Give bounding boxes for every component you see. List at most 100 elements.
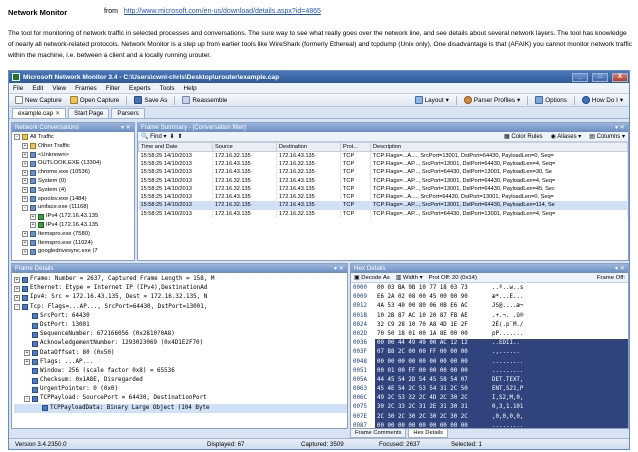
hex-row[interactable]: 003F 07 B8 2C 00 00 FF 00 00 00.,...... bbox=[351, 348, 628, 358]
detail-row[interactable]: Checksum: 0x1A8E, Disregarded bbox=[14, 376, 347, 385]
columns-button[interactable]: ▤ Columns ▾ bbox=[589, 133, 625, 140]
close-button[interactable]: X bbox=[612, 72, 628, 82]
tree-item[interactable]: + chrome.exe (10536) bbox=[14, 168, 134, 177]
table-row[interactable]: 15:58:25 14/10/2013 172.16.43.135 172.16.3… bbox=[138, 159, 628, 169]
expand-icon[interactable]: + bbox=[30, 213, 36, 220]
menu-tools[interactable]: Tools bbox=[160, 85, 175, 92]
hex-ascii[interactable]: æ*...E... bbox=[489, 293, 628, 302]
tree-item[interactable]: + <Unknown> bbox=[14, 151, 134, 160]
hex-bytes[interactable]: 00 00 00 00 00 00 00 00 00 bbox=[375, 357, 489, 367]
hex-ascii[interactable]: 0,3,1.101 bbox=[489, 403, 628, 413]
menu-view[interactable]: View bbox=[52, 85, 66, 92]
reassemble-button[interactable]: Reassemble bbox=[179, 95, 230, 106]
menu-file[interactable]: File bbox=[13, 85, 23, 92]
hex-ascii[interactable]: 2É(.p¨M./ bbox=[489, 321, 628, 330]
tree-item[interactable]: + googledrivesync.exe (7 bbox=[14, 247, 134, 256]
detail-row[interactable]: SequenceNumber: 672166056 (0x2810?0A8) bbox=[14, 330, 347, 339]
tree-item[interactable]: + System (4) bbox=[14, 186, 134, 195]
hex-bytes[interactable]: 4A 53 40 00 80 06 0B E6 AC bbox=[375, 302, 489, 311]
tree-item[interactable]: + Other Traffic bbox=[14, 142, 134, 151]
hex-bytes[interactable]: 30 2C 33 2C 31 2E 31 30 31 bbox=[375, 403, 489, 413]
expand-icon[interactable]: + bbox=[24, 350, 30, 357]
tree-item[interactable]: - All Traffic bbox=[14, 133, 134, 142]
expand-icon[interactable]: + bbox=[14, 285, 20, 292]
hex-row[interactable]: 0009 E6 2A 02 08 00 45 00 00 90 æ*...E... bbox=[351, 293, 628, 302]
expand-icon[interactable]: + bbox=[14, 276, 20, 283]
tree-item[interactable]: + IPv4 (172.16.43.135 bbox=[14, 221, 134, 230]
column-header[interactable]: Time and Date bbox=[138, 142, 213, 152]
open-capture-button[interactable]: Open Capture bbox=[67, 95, 123, 106]
width-button[interactable]: ▥ Width ▾ bbox=[396, 275, 423, 281]
new-capture-button[interactable]: New Capture bbox=[12, 95, 65, 106]
hex-bytes[interactable]: 00 03 BA 9B 10 77 18 03 73 bbox=[375, 284, 489, 293]
tab-example-cap[interactable]: example.cap ✕ bbox=[12, 108, 67, 118]
hex-bytes[interactable]: 49 2C 53 32 2C 4D 2C 30 2C bbox=[375, 394, 489, 404]
menu-experts[interactable]: Experts bbox=[129, 85, 151, 92]
collapse-icon[interactable]: - bbox=[24, 396, 30, 403]
detail-row[interactable]: TCPPayloadData: Binary Large Object (104… bbox=[14, 403, 347, 413]
hex-bytes[interactable]: 00 00 44 49 49 00 AC 12 12 bbox=[375, 339, 489, 349]
hex-row[interactable]: 0051 00 01 00 FF 00 00 00 00 00......... bbox=[351, 366, 628, 376]
hex-row[interactable]: 0024 32 C9 28 10 70 A8 4D 1E 2F 2É(.p¨M./ bbox=[351, 321, 628, 330]
hex-ascii[interactable]: ......... bbox=[489, 357, 628, 367]
tree-item[interactable]: + spoolsv.exe (1484) bbox=[14, 195, 134, 204]
layout-button[interactable]: Layout ▾ bbox=[412, 95, 452, 106]
close-tab-icon[interactable]: ✕ bbox=[55, 110, 60, 117]
tree-item[interactable]: + Itemspro.exe (11024) bbox=[14, 239, 134, 248]
expand-icon[interactable]: + bbox=[22, 178, 28, 185]
column-header[interactable]: Source bbox=[212, 142, 277, 152]
up-arrow-icon[interactable]: ⬆ bbox=[178, 133, 183, 140]
collapse-icon[interactable]: - bbox=[14, 304, 20, 311]
hex-ascii[interactable]: pP....... bbox=[489, 330, 628, 339]
detail-row[interactable]: Window: 256 (scale factor 0x8) = 65536 bbox=[14, 367, 347, 376]
detail-row[interactable]: + Ipv4: Src = 172.16.43.135, Dest = 172.1… bbox=[14, 293, 347, 302]
hex-ascii[interactable]: ENT,S21,P bbox=[489, 385, 628, 395]
hex-row[interactable]: 007E 2C 30 2C 30 2C 30 2C 30 2C ,0,0,0,0, bbox=[351, 412, 628, 422]
maximize-button[interactable]: □ bbox=[592, 72, 608, 82]
tab-start-page[interactable]: Start Page bbox=[68, 108, 110, 118]
collapse-icon[interactable]: - bbox=[22, 204, 28, 211]
column-header[interactable]: Prot... bbox=[340, 142, 371, 152]
tree-item[interactable]: + System (0) bbox=[14, 177, 134, 186]
detail-row[interactable]: UrgentPointer: 0 (0x0) bbox=[14, 385, 347, 394]
hex-row[interactable]: 0063 45 4E 54 2C 53 54 31 2C 50 ENT,S21,P bbox=[351, 385, 628, 395]
expand-icon[interactable]: + bbox=[22, 195, 28, 202]
hex-bytes[interactable]: 2C 30 2C 30 2C 30 2C 30 2C bbox=[375, 412, 489, 422]
minimize-button[interactable]: _ bbox=[572, 72, 588, 82]
detail-row[interactable]: - Tcp: Flags=...AP..., SrcPort=64430, Dst… bbox=[14, 303, 347, 312]
tab-frame-comments[interactable]: Frame Comments bbox=[350, 429, 407, 438]
save-as-button[interactable]: Save As bbox=[131, 95, 170, 106]
table-row[interactable]: 15:58:25 14/10/2013 172.16.43.135 172.16.3… bbox=[138, 192, 628, 202]
hex-bytes[interactable]: 45 4E 54 2C 53 54 31 2C 50 bbox=[375, 385, 489, 395]
find-button[interactable]: 🔍 Find ▾ bbox=[141, 133, 167, 140]
hex-ascii[interactable]: ..º..w..s bbox=[489, 284, 628, 293]
hex-ascii[interactable]: .,...... bbox=[489, 348, 628, 358]
detail-row[interactable]: + Flags: ...AP... bbox=[14, 358, 347, 367]
table-row[interactable]: 15:58:25 14/10/2013 172.16.32.135 172.16.4… bbox=[138, 201, 628, 210]
detail-row[interactable]: DstPort: 13001 bbox=[14, 321, 347, 330]
title-bar[interactable]: Microsoft Network Monitor 3.4 - C:\Users… bbox=[9, 71, 629, 83]
parser-profiles-button[interactable]: Parser Profiles ▾ bbox=[461, 95, 523, 106]
hex-bytes[interactable]: 10 2B 87 AC 10 20 87 FB AE bbox=[375, 312, 489, 321]
hex-row[interactable]: 006C 49 2C 53 32 2C 4D 2C 30 2C I,S2,M,0, bbox=[351, 394, 628, 404]
hex-bytes[interactable]: E6 2A 02 08 00 45 00 00 90 bbox=[375, 293, 489, 302]
hex-row[interactable]: 005A 44 45 54 2D 54 45 58 54 07 DET.TEXT, bbox=[351, 375, 628, 386]
table-row[interactable]: 15:58:25 14/10/2013 172.16.32.135 172.16.4… bbox=[138, 151, 628, 160]
hex-ascii[interactable]: DET.TEXT, bbox=[489, 375, 628, 386]
tree-item[interactable]: + IPv4 (172.16.43.135 bbox=[14, 212, 134, 221]
expand-icon[interactable]: + bbox=[22, 248, 28, 255]
hex-ascii[interactable]: ......... bbox=[489, 421, 628, 428]
detail-row[interactable]: + Frame: Number = 2637, Captured Frame Le… bbox=[14, 275, 347, 284]
aliases-button[interactable]: ◉ Aliases ▾ bbox=[551, 133, 582, 140]
expand-icon[interactable]: + bbox=[22, 169, 28, 176]
detail-row[interactable]: + DataOffset: 80 (0x50) bbox=[14, 349, 347, 358]
hex-row[interactable]: 0036 00 00 44 49 49 00 AC 12 12 ..EDII.. bbox=[351, 339, 628, 349]
hex-ascii[interactable]: ..EDII.. bbox=[489, 339, 628, 349]
column-header[interactable]: Destination bbox=[276, 142, 341, 152]
hex-ascii[interactable]: ,0,0,0,0, bbox=[489, 412, 628, 422]
hex-bytes[interactable]: 70 50 18 01 00 1A 8E 00 00 bbox=[375, 330, 489, 339]
color-rules-button[interactable]: ▦ Color Rules bbox=[504, 133, 543, 140]
hex-row[interactable]: 0000 00 03 BA 9B 10 77 18 03 73 ..º..w..s bbox=[351, 284, 628, 293]
expand-icon[interactable]: + bbox=[22, 239, 28, 246]
column-header[interactable]: Description bbox=[370, 142, 628, 152]
